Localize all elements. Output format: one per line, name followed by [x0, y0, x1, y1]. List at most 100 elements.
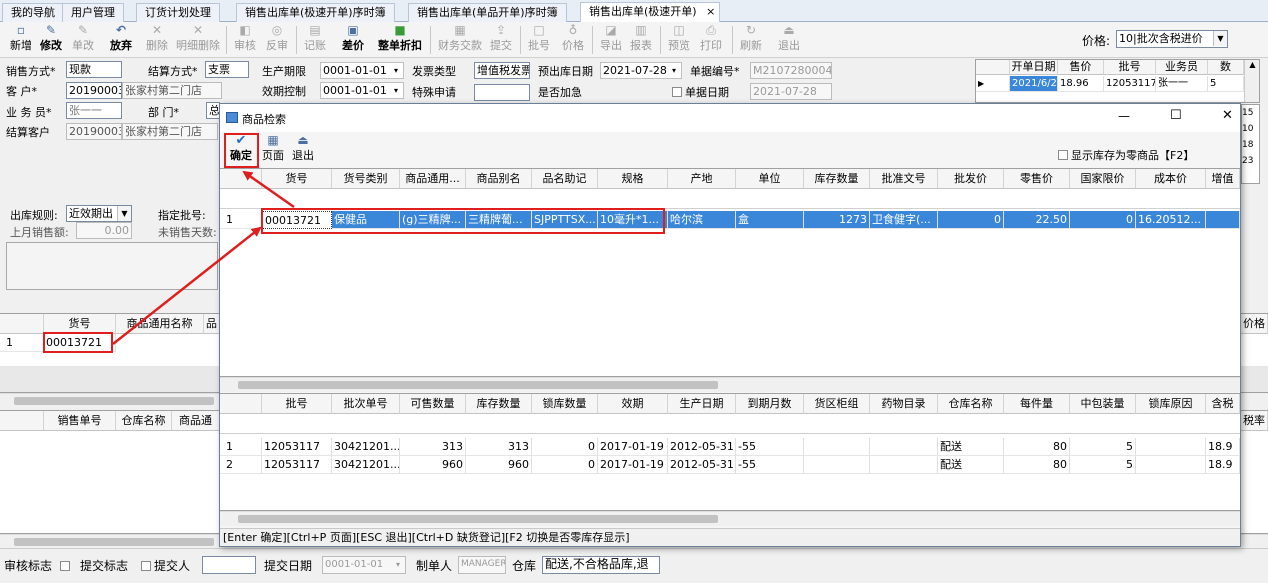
column-header[interactable]: 商品别名 — [466, 169, 532, 189]
column-header[interactable]: 批号 — [262, 394, 332, 414]
tab-user-management[interactable]: 用户管理 — [62, 3, 124, 22]
cell-price[interactable]: 18.96 — [1058, 76, 1104, 92]
expiry-control-field[interactable]: 0001-01-01 ▾ — [320, 82, 404, 99]
cell-warehouse[interactable]: 配送 — [938, 456, 1004, 474]
submitter-field[interactable] — [202, 556, 256, 574]
tab-sales-outbound-single-list[interactable]: 销售出库单(单品开单)序时簿 — [408, 3, 567, 22]
cell-stock[interactable]: 960 — [466, 456, 532, 474]
price-button[interactable]: ♁ 价格 — [560, 24, 586, 56]
cell-drug-list[interactable] — [870, 456, 938, 474]
sale-method-field[interactable]: 现款 — [66, 61, 122, 78]
column-header[interactable]: 商品通 — [172, 411, 220, 431]
minimize-icon[interactable]: — — [1118, 109, 1130, 123]
column-header[interactable]: 单位 — [736, 169, 804, 189]
column-header[interactable]: 数 — [1208, 60, 1244, 75]
customer-code-field[interactable]: 20190003 — [66, 82, 122, 99]
finance-button[interactable]: ▦ 财务交款 — [436, 24, 484, 56]
cell-salesman[interactable]: 张一一 — [1156, 76, 1208, 92]
invoice-type-field[interactable]: 增值税发票 — [474, 62, 530, 79]
column-header[interactable]: 批次单号 — [332, 394, 400, 414]
column-header[interactable]: 开单日期 — [1010, 60, 1058, 75]
cell-date[interactable]: 2021/6/28 — [1010, 76, 1058, 92]
cell-national-limit[interactable]: 0 — [1070, 211, 1136, 229]
unaudit-button[interactable]: ◎ 反审 — [264, 24, 290, 56]
scroll-thumb[interactable] — [14, 538, 214, 546]
column-header[interactable]: 库存数量 — [466, 394, 532, 414]
cell-available[interactable]: 313 — [400, 438, 466, 456]
column-header[interactable]: 中包装量 — [1070, 394, 1136, 414]
submitter-checkbox[interactable]: 提交人 — [141, 557, 190, 574]
column-header[interactable]: 商品通用... — [400, 169, 466, 189]
cell-prod-date[interactable]: 2012-05-31 — [668, 438, 736, 456]
tab-sales-outbound-fast-list[interactable]: 销售出库单(极速开单)序时簿 — [236, 3, 395, 22]
report-button[interactable]: ▥ 报表 — [628, 24, 654, 56]
tab-sales-outbound-fast[interactable]: 销售出库单(极速开单) × — [580, 2, 720, 23]
cell-per-case[interactable]: 80 — [1004, 456, 1070, 474]
abandon-button[interactable]: ↶ 放弃 — [108, 24, 134, 56]
column-header[interactable]: 药物目录 — [870, 394, 938, 414]
cell-available[interactable]: 960 — [400, 456, 466, 474]
warehouse-field[interactable]: 配送,不合格品库,退 — [542, 556, 660, 574]
column-header[interactable]: 零售价 — [1004, 169, 1070, 189]
tab-order-plan[interactable]: 订货计划处理 — [136, 3, 220, 22]
dialog-titlebar[interactable]: 商品检索 — ☐ ✕ — [220, 104, 1240, 132]
cell-months-left[interactable]: -55 — [736, 438, 804, 456]
scroll-thumb[interactable] — [238, 381, 718, 389]
column-header[interactable]: 批号 — [1104, 60, 1156, 75]
cell-batch[interactable]: 12053117 — [1104, 76, 1156, 92]
column-header[interactable]: 商品通用名称 — [116, 314, 204, 334]
column-header[interactable]: 到期月数 — [736, 394, 804, 414]
edit-single-button[interactable]: ✎ 单改 — [70, 24, 96, 56]
column-header[interactable]: 售价 — [1058, 60, 1104, 75]
cell-shelf[interactable] — [804, 456, 870, 474]
column-header[interactable]: 锁库数量 — [532, 394, 598, 414]
maximize-icon[interactable]: ☐ — [1170, 108, 1182, 123]
cell-warehouse[interactable]: 配送 — [938, 438, 1004, 456]
column-header[interactable]: 可售数量 — [400, 394, 466, 414]
audit-button[interactable]: ◧ 审核 — [232, 24, 258, 56]
cell-batch-order[interactable]: 30421201... — [332, 456, 400, 474]
filter-row[interactable] — [220, 414, 1240, 434]
vertical-scrollbar[interactable]: ▲ — [1244, 60, 1259, 102]
column-header[interactable]: 成本价 — [1136, 169, 1206, 189]
column-header[interactable]: 库存数量 — [804, 169, 870, 189]
print-button[interactable]: ⎙ 打印 — [698, 24, 724, 56]
cell-locked[interactable]: 0 — [532, 438, 598, 456]
tab-close-icon[interactable]: × — [706, 5, 715, 18]
cell-cost[interactable]: 16.20512... — [1136, 211, 1206, 229]
column-header[interactable]: 每件量 — [1004, 394, 1070, 414]
column-header[interactable]: 销售单号 — [44, 411, 116, 431]
horizontal-scrollbar[interactable] — [0, 393, 219, 408]
page-button[interactable]: ▦ 页面 — [260, 134, 286, 166]
submit-button[interactable]: ⇪ 提交 — [488, 24, 514, 56]
cell-batch-order[interactable]: 30421201... — [332, 438, 400, 456]
cell-tax-price[interactable]: 18.9 — [1206, 456, 1240, 474]
column-header[interactable]: 锁库原因 — [1136, 394, 1206, 414]
horizontal-scrollbar[interactable] — [220, 377, 1240, 392]
discount-button[interactable]: ■ 整单折扣 — [374, 24, 426, 56]
outbound-rule-select[interactable]: 近效期出 ▼ — [66, 205, 132, 222]
cell-vat[interactable] — [1206, 211, 1240, 229]
cell-stock[interactable]: 1273 — [804, 211, 870, 229]
column-header[interactable]: 业务员 — [1156, 60, 1208, 75]
column-header[interactable]: 货号 — [262, 169, 332, 189]
audit-flag-checkbox[interactable]: 审核标志 — [4, 557, 73, 574]
column-header[interactable]: 仓库名称 — [116, 411, 172, 431]
column-header[interactable]: 价格 — [1241, 314, 1268, 334]
expect-date-field[interactable]: 2021-07-28 ▾ — [600, 62, 682, 79]
cell-qty[interactable]: 5 — [1208, 76, 1244, 92]
bill-date-checkbox[interactable]: 单据日期 — [672, 84, 729, 100]
column-header[interactable]: 税率 — [1241, 411, 1268, 431]
cell-unit[interactable]: 盒 — [736, 211, 804, 229]
column-header[interactable]: 效期 — [598, 394, 668, 414]
column-header[interactable]: 规格 — [598, 169, 668, 189]
show-zero-stock-checkbox[interactable]: 显示库存为零商品【F2】 — [1058, 147, 1194, 163]
cell-drug-list[interactable] — [870, 438, 938, 456]
preview-button[interactable]: ◫ 预览 — [666, 24, 692, 56]
cell-mid-pack[interactable]: 5 — [1070, 456, 1136, 474]
dialog-exit-button[interactable]: ⏏ 退出 — [290, 134, 316, 166]
department-field[interactable]: 总 — [206, 102, 220, 119]
column-header[interactable]: 生产日期 — [668, 394, 736, 414]
cell-months-left[interactable]: -55 — [736, 456, 804, 474]
cell-tax-price[interactable]: 18.9 — [1206, 438, 1240, 456]
